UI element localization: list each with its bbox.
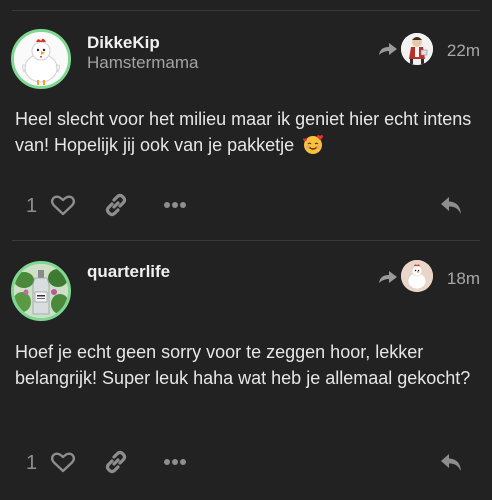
reply-icon[interactable] — [438, 451, 464, 473]
reply-to-arrow-icon[interactable] — [377, 269, 399, 285]
like-heart-icon[interactable] — [50, 450, 76, 474]
link-icon[interactable] — [103, 449, 129, 475]
username[interactable]: quarterlife — [87, 262, 170, 282]
avatar[interactable] — [11, 261, 71, 321]
smiling-face-with-hearts-emoji-icon — [303, 135, 324, 154]
gin-bottle-avatar-image — [14, 264, 68, 318]
link-icon[interactable] — [103, 192, 129, 218]
like-count[interactable]: 1 — [26, 452, 37, 475]
post-body: Hoef je echt geen sorry voor te zeggen h… — [15, 339, 478, 391]
chicken-avatar-image — [14, 32, 68, 86]
post-body: Heel slecht voor het milieu maar ik geni… — [15, 106, 478, 158]
user-title: Hamstermama — [87, 53, 199, 72]
reply-to-avatar[interactable] — [401, 260, 433, 292]
reply-to-arrow-icon[interactable] — [377, 41, 399, 57]
post-actions: 1 — [0, 444, 492, 480]
post-actions: 1 — [0, 187, 492, 223]
post-body-text: Heel slecht voor het milieu maar ik geni… — [15, 109, 472, 155]
more-options-icon[interactable] — [163, 457, 187, 467]
post: quarterlife 18m Hoef je echt geen sorry … — [0, 241, 492, 500]
more-options-icon[interactable] — [163, 200, 187, 210]
chicken-avatar-image — [401, 260, 433, 292]
like-heart-icon[interactable] — [50, 193, 76, 217]
reply-to-avatar[interactable] — [401, 33, 433, 65]
like-count[interactable]: 1 — [26, 195, 37, 218]
post-timestamp[interactable]: 22m — [447, 41, 480, 61]
post: DikkeKip Hamstermama 22m Heel slecht voo… — [0, 11, 492, 240]
character-avatar-image — [401, 33, 433, 65]
reply-icon[interactable] — [438, 194, 464, 216]
post-body-text: Hoef je echt geen sorry voor te zeggen h… — [15, 342, 471, 388]
post-timestamp[interactable]: 18m — [447, 269, 480, 289]
username[interactable]: DikkeKip — [87, 33, 160, 53]
avatar[interactable] — [11, 29, 71, 89]
